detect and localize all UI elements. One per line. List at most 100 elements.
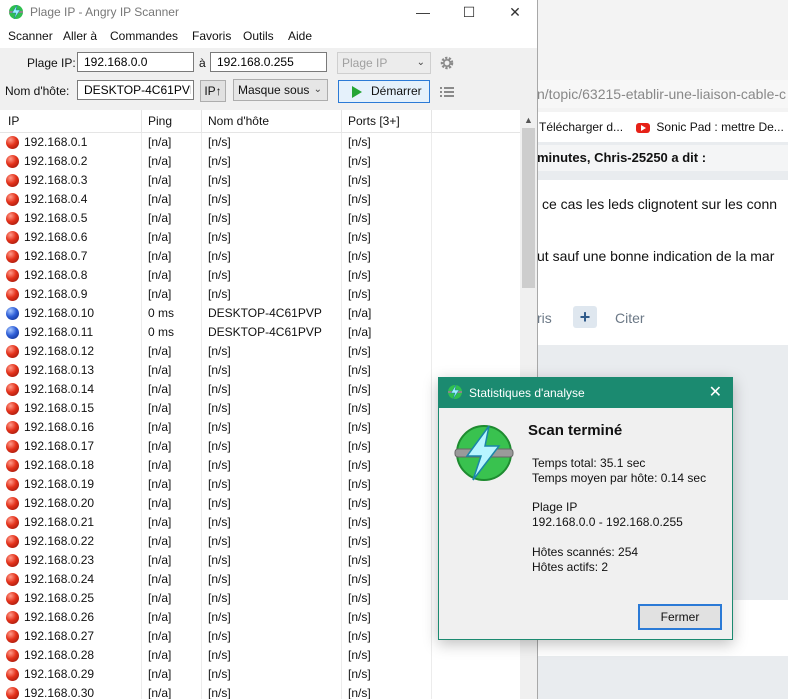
- cell-ports: [n/s]: [342, 399, 432, 418]
- table-row[interactable]: 192.168.0.3 [n/a] [n/s] [n/s]: [0, 171, 537, 190]
- ip-up-button[interactable]: IP↑: [200, 80, 226, 102]
- window-title: Plage IP - Angry IP Scanner: [30, 5, 179, 19]
- menu-aller-a[interactable]: Aller à: [63, 29, 97, 43]
- cell-ip: 192.168.0.15: [0, 399, 142, 418]
- quote-body: ce cas les leds clignotent sur les conn …: [537, 180, 788, 290]
- cell-hostname: [n/s]: [202, 456, 342, 475]
- table-row[interactable]: 192.168.0.7 [n/a] [n/s] [n/s]: [0, 247, 537, 266]
- cell-ping: [n/a]: [142, 456, 202, 475]
- menu-outils[interactable]: Outils: [243, 29, 274, 43]
- cell-hostname: DESKTOP-4C61PVP: [202, 323, 342, 342]
- dialog-title: Statistiques d'analyse: [469, 386, 585, 400]
- table-row[interactable]: 192.168.0.28 [n/a] [n/s] [n/s]: [0, 646, 537, 665]
- table-row[interactable]: 192.168.0.5 [n/a] [n/s] [n/s]: [0, 209, 537, 228]
- dialog-close-button[interactable]: Fermer: [638, 604, 722, 630]
- end-ip-input[interactable]: [210, 52, 327, 72]
- action-partial[interactable]: ris: [537, 310, 552, 326]
- cell-ports: [n/s]: [342, 589, 432, 608]
- cell-ping: [n/a]: [142, 494, 202, 513]
- table-row[interactable]: 192.168.0.8 [n/a] [n/s] [n/s]: [0, 266, 537, 285]
- table-row[interactable]: 192.168.0.30 [n/a] [n/s] [n/s]: [0, 684, 537, 699]
- cell-ports: [n/s]: [342, 532, 432, 551]
- maximize-button[interactable]: ☐: [446, 0, 492, 24]
- title-bar: Plage IP - Angry IP Scanner — ☐ ✕: [0, 0, 537, 24]
- table-header: IP Ping Nom d'hôte Ports [3+]: [0, 110, 537, 133]
- cell-ping: [n/a]: [142, 380, 202, 399]
- quote-button[interactable]: Citer: [615, 310, 645, 326]
- cell-hostname: [n/s]: [202, 152, 342, 171]
- cell-ping: [n/a]: [142, 418, 202, 437]
- table-row[interactable]: 192.168.0.29 [n/a] [n/s] [n/s]: [0, 665, 537, 684]
- cell-hostname: [n/s]: [202, 551, 342, 570]
- menu-scanner[interactable]: Scanner: [8, 29, 53, 43]
- cell-ping: [n/a]: [142, 551, 202, 570]
- scrollbar-thumb[interactable]: [522, 128, 535, 288]
- cell-ports: [n/s]: [342, 513, 432, 532]
- close-button[interactable]: ✕: [492, 0, 538, 24]
- quote-header: minutes, Chris-25250 a dit :: [537, 145, 788, 171]
- cell-ip: 192.168.0.7: [0, 247, 142, 266]
- cell-ip: 192.168.0.14: [0, 380, 142, 399]
- hostname-input[interactable]: [77, 80, 194, 100]
- start-ip-input[interactable]: [77, 52, 194, 72]
- cell-ip: 192.168.0.9: [0, 285, 142, 304]
- cell-hostname: [n/s]: [202, 532, 342, 551]
- cell-ports: [n/s]: [342, 285, 432, 304]
- feeder-select-value: Plage IP: [342, 56, 388, 70]
- quote-line-1: ce cas les leds clignotent sur les conn: [542, 196, 778, 212]
- range-heading: Plage IP: [532, 500, 578, 514]
- browser-url[interactable]: n/topic/63215-etablir-une-liaison-cable-…: [537, 80, 788, 108]
- table-row[interactable]: 192.168.0.6 [n/a] [n/s] [n/s]: [0, 228, 537, 247]
- table-row[interactable]: 192.168.0.9 [n/a] [n/s] [n/s]: [0, 285, 537, 304]
- table-row[interactable]: 192.168.0.11 0 ms DESKTOP-4C61PVP [n/a]: [0, 323, 537, 342]
- cell-ports: [n/s]: [342, 209, 432, 228]
- columns-list-icon[interactable]: [440, 86, 454, 98]
- cell-ports: [n/s]: [342, 266, 432, 285]
- netmask-select[interactable]: Masque sous ⌄: [233, 79, 328, 101]
- cell-ping: [n/a]: [142, 532, 202, 551]
- scroll-up-icon[interactable]: ▲: [520, 112, 537, 128]
- column-ports[interactable]: Ports [3+]: [342, 110, 432, 132]
- dialog-close-icon[interactable]: ✕: [709, 382, 722, 402]
- column-ping[interactable]: Ping: [142, 110, 202, 132]
- cell-hostname: [n/s]: [202, 342, 342, 361]
- cell-ping: [n/a]: [142, 266, 202, 285]
- menu-favoris[interactable]: Favoris: [192, 29, 231, 43]
- cell-hostname: [n/s]: [202, 209, 342, 228]
- cell-ports: [n/a]: [342, 304, 432, 323]
- column-ip[interactable]: IP: [0, 110, 142, 132]
- minimize-button[interactable]: —: [400, 0, 446, 24]
- hosts-alive: Hôtes actifs: 2: [532, 560, 609, 574]
- feeder-select[interactable]: Plage IP ⌄: [337, 52, 431, 74]
- gear-icon[interactable]: [438, 54, 456, 72]
- hostname-label: Nom d'hôte:: [5, 84, 70, 98]
- chevron-down-icon: ⌄: [313, 84, 322, 95]
- quote-line-2: ut sauf une bonne indication de la mar: [537, 248, 775, 264]
- dialog-title-bar: Statistiques d'analyse ✕: [439, 378, 732, 408]
- start-button-label: Démarrer: [371, 84, 422, 98]
- menu-aide[interactable]: Aide: [288, 29, 312, 43]
- table-row[interactable]: 192.168.0.12 [n/a] [n/s] [n/s]: [0, 342, 537, 361]
- stats-dialog: Statistiques d'analyse ✕ Scan terminé Te…: [438, 377, 733, 640]
- table-row[interactable]: 192.168.0.1 [n/a] [n/s] [n/s]: [0, 133, 537, 152]
- cell-ports: [n/s]: [342, 361, 432, 380]
- column-hostname[interactable]: Nom d'hôte: [202, 110, 342, 132]
- cell-ports: [n/s]: [342, 171, 432, 190]
- table-row[interactable]: 192.168.0.2 [n/a] [n/s] [n/s]: [0, 152, 537, 171]
- cell-ping: [n/a]: [142, 171, 202, 190]
- start-button[interactable]: Démarrer: [338, 80, 430, 103]
- cell-ports: [n/s]: [342, 228, 432, 247]
- cell-ping: [n/a]: [142, 437, 202, 456]
- cell-ip: 192.168.0.20: [0, 494, 142, 513]
- table-row[interactable]: 192.168.0.10 0 ms DESKTOP-4C61PVP [n/a]: [0, 304, 537, 323]
- menu-bar: Scanner Aller à Commandes Favoris Outils…: [0, 24, 537, 48]
- bookmarks-bar: Télécharger d... Sonic Pad : mettre De..…: [537, 112, 788, 142]
- cell-hostname: [n/s]: [202, 399, 342, 418]
- cell-ip: 192.168.0.22: [0, 532, 142, 551]
- menu-commandes[interactable]: Commandes: [110, 29, 178, 43]
- table-row[interactable]: 192.168.0.4 [n/a] [n/s] [n/s]: [0, 190, 537, 209]
- bookmark-telecharger[interactable]: Télécharger d...: [539, 112, 623, 142]
- cell-ports: [n/a]: [342, 323, 432, 342]
- plus-button[interactable]: +: [573, 306, 597, 328]
- bookmark-sonic-pad[interactable]: Sonic Pad : mettre De...: [656, 112, 783, 142]
